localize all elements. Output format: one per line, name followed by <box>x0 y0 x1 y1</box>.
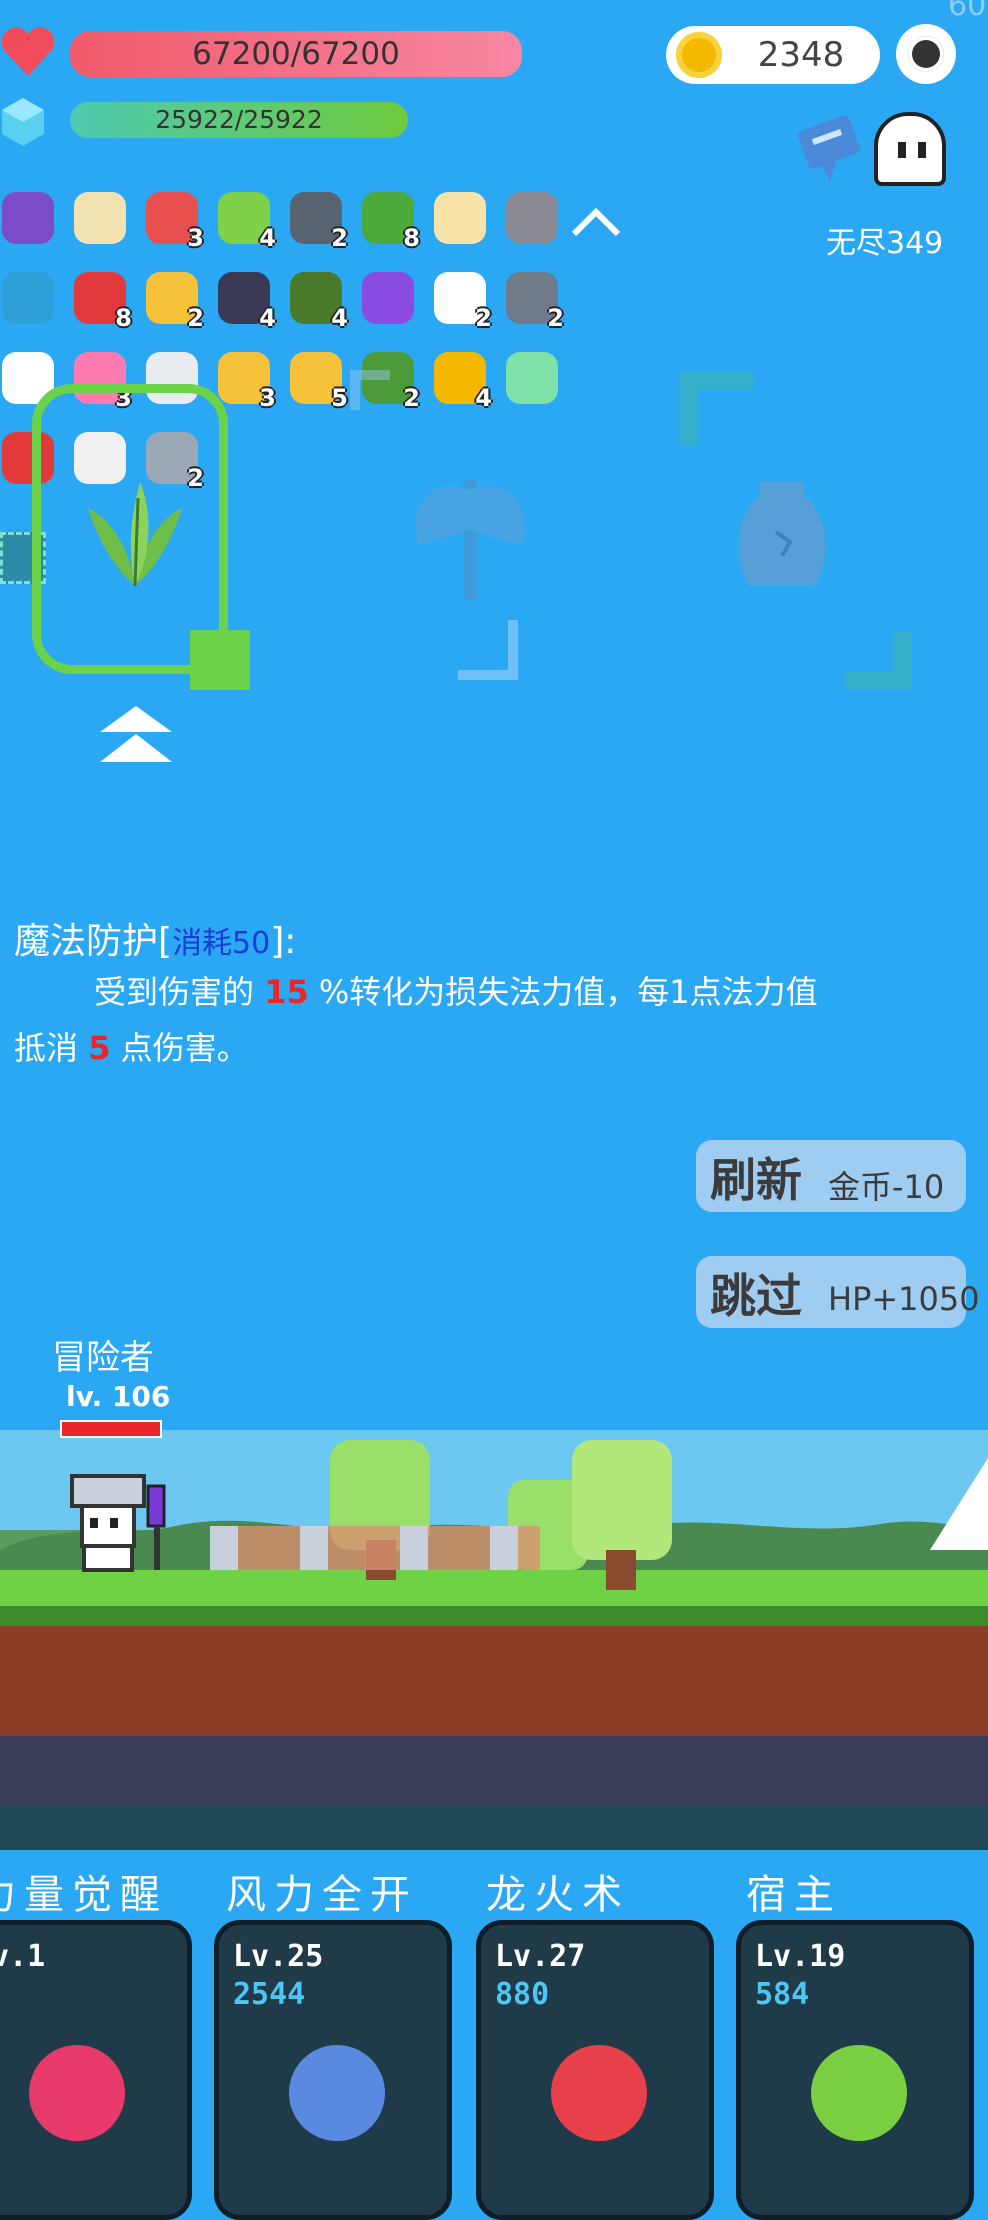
ghost-avatar-icon[interactable] <box>874 112 946 186</box>
chest-icon-shape <box>362 272 414 324</box>
slot-corner-green <box>190 630 250 690</box>
player-hp-fill <box>62 1422 160 1436</box>
refresh-cost: 金币-10 <box>828 1168 945 1206</box>
wizard-hat-icon[interactable] <box>0 186 62 252</box>
cost-bracket-close: ] <box>270 921 285 962</box>
endless-level-label: 无尽349 <box>826 226 944 261</box>
gold-counter: 2348 <box>666 26 880 84</box>
magic-wand-icon[interactable]: 2 <box>140 266 206 332</box>
cost-bracket-open: [ <box>158 921 173 962</box>
item-count: 2 <box>331 224 348 252</box>
corner-text: 60 <box>948 0 987 23</box>
gold-amount: 2348 <box>757 35 845 75</box>
player-hp-bar <box>60 1420 162 1438</box>
item-count: 3 <box>187 224 204 252</box>
settings-gear-icon[interactable] <box>896 24 956 84</box>
lime-icon[interactable]: 4 <box>212 186 278 252</box>
item-count: 8 <box>403 224 420 252</box>
desc-part3: 抵消 <box>14 1029 79 1067</box>
treasure-map-icon-shape <box>74 192 126 244</box>
skill-level: Lv.19 <box>755 1939 846 1974</box>
item-count: 5 <box>331 384 348 412</box>
test-tube-icon <box>29 2045 125 2141</box>
vase-slot-faded-icon[interactable] <box>676 372 916 692</box>
chest-icon[interactable] <box>356 266 422 332</box>
grenade-icon[interactable]: 4 <box>284 266 350 332</box>
item-count: 4 <box>331 304 348 332</box>
item-count: 8 <box>115 304 132 332</box>
hp-bar: 67200/67200 <box>70 31 522 77</box>
mortar-icon[interactable]: 2 <box>284 186 350 252</box>
expand-up-chevron-icon[interactable] <box>100 706 172 766</box>
speech-bubble-icon[interactable] <box>0 266 62 332</box>
spiked-ball-icon[interactable] <box>500 186 566 252</box>
skill-name-0: 力量觉醒 <box>0 1872 168 1918</box>
skip-reward: HP+1050 <box>828 1280 980 1318</box>
skill-card-1[interactable]: Lv.25 2544 <box>214 1920 452 2220</box>
skill-card-0[interactable]: Lv.10 <box>0 1920 192 2220</box>
item-count: 2 <box>475 304 492 332</box>
desc-value-percent: 15 <box>264 973 309 1011</box>
item-count: 4 <box>259 224 276 252</box>
watermelon-icon <box>551 2045 647 2141</box>
chat-bubble-icon[interactable] <box>790 112 870 192</box>
thermometer-icon[interactable]: 3 <box>140 186 206 252</box>
item-count: 3 <box>259 384 276 412</box>
skill-power: 2544 <box>233 1977 306 2012</box>
gold-coin-icon <box>676 32 722 78</box>
collapse-chevron-icon[interactable] <box>566 200 626 240</box>
skill-name: 魔法防护 <box>14 921 159 962</box>
skip-button[interactable]: 跳过 HP+1050 <box>696 1256 980 1328</box>
desc-part1: 受到伤害的 <box>94 973 255 1011</box>
desc-value-damage: 5 <box>88 1029 111 1067</box>
treasure-map-icon[interactable] <box>68 186 134 252</box>
wizard-hat-icon-shape <box>2 192 54 244</box>
skill-description: 受到伤害的 15 %转化为损失法力值，每1点法力值 抵消 5 点伤害。 <box>14 964 954 1076</box>
sun-orb-icon[interactable]: 5 <box>284 346 350 412</box>
skill-name-1: 风力全开 <box>226 1872 418 1918</box>
desc-part2: %转化为损失法力值，每1点法力值 <box>318 973 818 1011</box>
mana-crystal-icon <box>0 96 46 148</box>
player-level: lv. 106 <box>66 1380 171 1413</box>
axe-icon[interactable]: 2 <box>500 266 566 332</box>
skill-level: Lv.27 <box>495 1939 586 1974</box>
item-count: 2 <box>187 304 204 332</box>
ghost-icon[interactable]: 2 <box>428 266 494 332</box>
item-count: 2 <box>547 304 564 332</box>
refresh-label: 刷新 <box>710 1153 802 1207</box>
speech-bubble-icon-shape <box>2 272 54 324</box>
axe-slot-faded-icon[interactable] <box>350 370 590 700</box>
skill-name-3: 宿主 <box>746 1872 842 1918</box>
skill-power: 880 <box>495 1977 550 2012</box>
item-count: 4 <box>259 304 276 332</box>
mushroom-icon[interactable]: 8 <box>68 266 134 332</box>
skip-label: 跳过 <box>710 1269 802 1323</box>
bat-icon[interactable]: 4 <box>212 266 278 332</box>
player-name: 冒险者 <box>52 1338 154 1378</box>
player-character-icon <box>62 1474 180 1574</box>
skill-power: 584 <box>755 1977 810 2012</box>
skill-cost: 消耗50 <box>172 926 271 961</box>
skill-title: 魔法防护[消耗50]: <box>14 912 296 964</box>
skill-card-3[interactable]: Lv.19 584 <box>736 1920 974 2220</box>
herb-leaf-icon <box>70 478 200 588</box>
monster-icon <box>811 2045 907 2141</box>
goblin-icon[interactable]: 8 <box>356 186 422 252</box>
mp-bar: 25922/25922 <box>70 102 408 138</box>
skill-level: Lv.25 <box>233 1939 324 1974</box>
title-colon: : <box>284 921 297 962</box>
skill-level: Lv.1 <box>0 1939 46 1974</box>
skill-card-2[interactable]: Lv.27 880 <box>476 1920 714 2220</box>
heart-icon <box>0 24 56 80</box>
scroll-icon-shape <box>434 192 486 244</box>
scroll-icon[interactable] <box>428 186 494 252</box>
feather-icon <box>289 2045 385 2141</box>
skill-name-2: 龙火术 <box>486 1872 630 1918</box>
spiked-ball-icon-shape <box>506 192 558 244</box>
desc-part4: 点伤害。 <box>120 1029 249 1067</box>
refresh-button[interactable]: 刷新 金币-10 <box>696 1140 966 1212</box>
